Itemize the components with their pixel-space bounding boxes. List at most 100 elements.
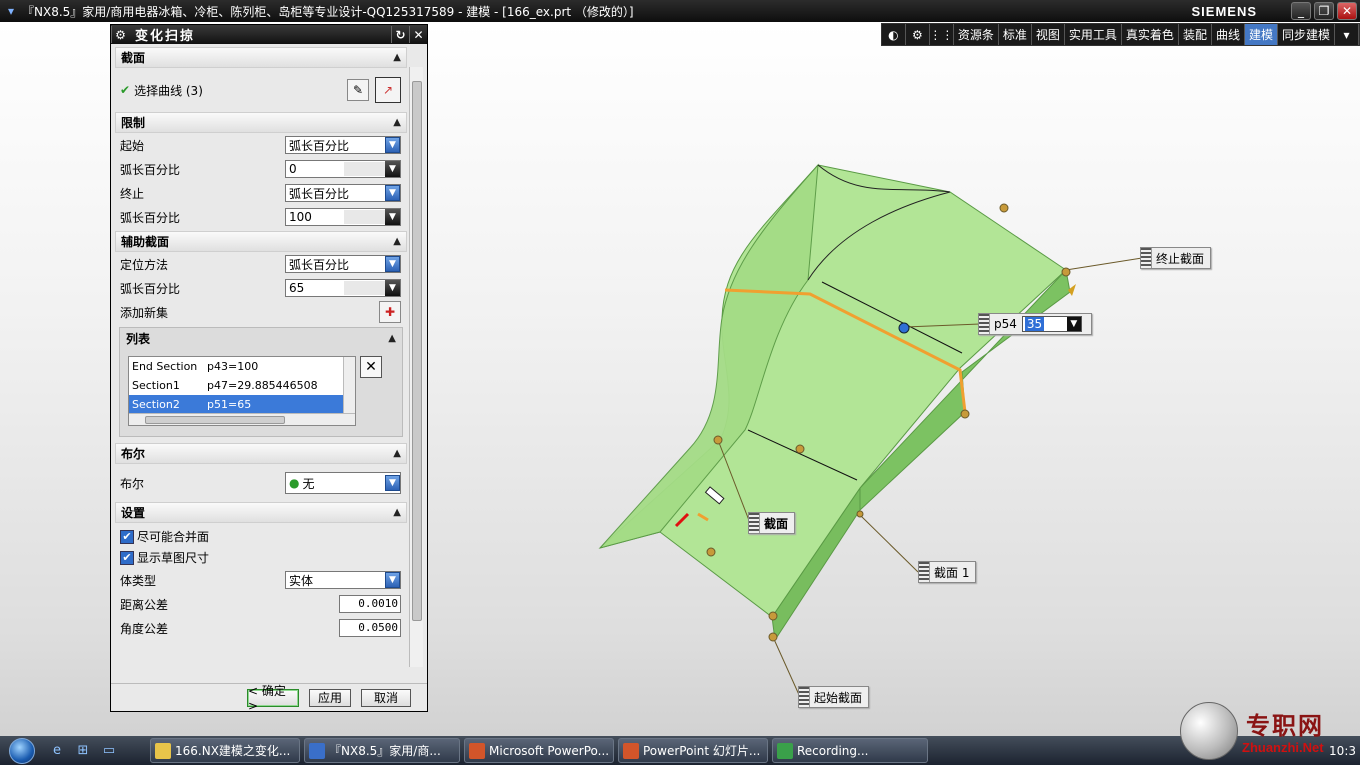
collapse-icon[interactable]: ▲ (388, 333, 396, 344)
close-icon[interactable]: ✕ (409, 26, 427, 43)
collapse-icon[interactable]: ▲ (393, 117, 401, 128)
angle-tol-row: 角度公差 0.0500 (115, 616, 407, 640)
delete-icon[interactable]: ✕ (360, 356, 382, 378)
watermark-en-text: Zhuanzhi.Net (1242, 740, 1324, 755)
grip-handle[interactable] (749, 513, 760, 533)
grid-icon[interactable]: ⋮⋮ (929, 24, 954, 45)
tab-assembly[interactable]: 装配 (1179, 24, 1212, 45)
tab-resource-bar[interactable]: 资源条 (954, 24, 999, 45)
start-section-callout[interactable]: 起始截面 (798, 686, 870, 708)
dist-tol-input[interactable]: 0.0010 (339, 595, 401, 613)
p54-callout[interactable]: p54 35 ▼ (978, 313, 1092, 335)
boolean-dropdown[interactable]: ● 无 ▼ (285, 472, 401, 494)
shading-icon[interactable]: ◐ (882, 24, 906, 45)
dialog-title: 变化扫掠 (135, 29, 196, 44)
collapse-icon[interactable]: ▲ (393, 52, 401, 63)
limits-header[interactable]: 限制 ▲ (115, 112, 407, 133)
select-curve-row[interactable]: ✔ 选择曲线 (3) ✎ ↗ (115, 68, 407, 112)
end-pct-input[interactable]: 100 ▼ (285, 208, 401, 226)
merge-faces-checkbox[interactable]: ✔ (120, 529, 134, 544)
tab-view[interactable]: 视图 (1032, 24, 1065, 45)
grip-handle[interactable] (799, 687, 810, 707)
settings-header[interactable]: 设置 ▲ (115, 502, 407, 523)
aux-pct-input[interactable]: 65 ▼ (285, 279, 401, 297)
windows-taskbar: e ⊞ ▭ 166.NX建模之变化... 『NX8.5』家用/商... Micr… (0, 736, 1360, 765)
taskbar-item-powerpoint[interactable]: Microsoft PowerPo... (464, 738, 614, 763)
close-window-button[interactable]: ✕ (1337, 2, 1357, 20)
list-item[interactable]: End Section p43=100 (129, 357, 355, 376)
sketch-dim-checkbox[interactable]: ✔ (120, 550, 134, 565)
add-set-button[interactable]: ✚ (379, 301, 401, 323)
body-type-row: 体类型 实体 ▼ (115, 568, 407, 592)
boolean-header[interactable]: 布尔 ▲ (115, 443, 407, 464)
end-dropdown[interactable]: 弧长百分比 ▼ (285, 184, 401, 202)
desktop-icon[interactable]: ▭ (96, 740, 122, 762)
end-row: 终止 弧长百分比 ▼ (115, 181, 407, 205)
collapse-icon[interactable]: ▲ (393, 236, 401, 247)
end-section-callout[interactable]: 终止截面 (1140, 247, 1212, 269)
tab-standard[interactable]: 标准 (999, 24, 1032, 45)
ok-button[interactable]: < 确定 > (247, 684, 299, 713)
tab-modeling[interactable]: 建模 (1244, 24, 1278, 45)
toolbar-options-icon[interactable]: ▾ (1335, 24, 1359, 45)
ie-icon[interactable]: e (44, 740, 70, 762)
p54-input[interactable]: 35 ▼ (1021, 316, 1082, 332)
angle-tol-input[interactable]: 0.0500 (339, 619, 401, 637)
tab-utility[interactable]: 实用工具 (1065, 24, 1122, 45)
sketch-section-button[interactable]: ✎ (347, 79, 369, 101)
list-item[interactable]: Section1 p47=29.885446508 (129, 376, 355, 395)
window-title: 『NX8.5』家用/商用电器冰箱、冷柜、陈列柜、岛柜等专业设计-QQ125317… (22, 4, 634, 19)
method-row: 定位方法 弧长百分比 ▼ (115, 252, 407, 276)
taskbar-item-nx[interactable]: 『NX8.5』家用/商... (304, 738, 460, 763)
grip-handle[interactable] (919, 562, 930, 582)
aux-section-header[interactable]: 辅助截面 ▲ (115, 231, 407, 252)
tab-curve[interactable]: 曲线 (1212, 24, 1245, 45)
boolean-none-icon: ● (289, 476, 300, 490)
gear-icon[interactable]: ⚙ (111, 26, 129, 43)
collapse-icon[interactable]: ▲ (393, 507, 401, 518)
minimize-button[interactable]: _ (1291, 2, 1311, 20)
method-dropdown[interactable]: 弧长百分比 ▼ (285, 255, 401, 273)
taskbar-item-slideshow[interactable]: PowerPoint 幻灯片... (618, 738, 768, 763)
dialog-footer: < 确定 > 应用 取消 (111, 683, 427, 713)
list-item-selected[interactable]: Section2 p51=65 (129, 395, 355, 414)
collapse-icon[interactable]: ▲ (393, 448, 401, 459)
curve-select-button[interactable]: ↗ (375, 77, 401, 103)
section-header[interactable]: 截面 ▲ (115, 47, 407, 68)
list-vscrollbar[interactable] (343, 357, 355, 413)
list-header[interactable]: 列表 ▲ (120, 328, 402, 349)
merge-faces-row[interactable]: ✔ 尽可能合并面 (115, 526, 407, 547)
restore-button[interactable]: ❐ (1314, 2, 1334, 20)
chevron-down-icon: ▼ (385, 185, 400, 201)
dialog-scrollbar[interactable] (409, 67, 423, 667)
start-row: 起始 弧长百分比 ▼ (115, 133, 407, 157)
body-type-dropdown[interactable]: 实体 ▼ (285, 571, 401, 589)
section1-callout[interactable]: 截面 1 (918, 561, 977, 583)
watermark-cn-text: 专职网 (1246, 712, 1324, 740)
dialog-titlebar: ⚙ 变化扫掠 ↻ ✕ (111, 25, 427, 44)
grip-handle[interactable] (1141, 248, 1152, 268)
chevron-down-icon: ▼ (385, 475, 400, 491)
gear-icon[interactable]: ⚙ (906, 24, 930, 45)
reset-icon[interactable]: ↻ (391, 26, 409, 43)
taskbar-item-recording[interactable]: Recording... (772, 738, 928, 763)
start-dropdown[interactable]: 弧长百分比 ▼ (285, 136, 401, 154)
section-callout[interactable]: 截面 (748, 512, 796, 534)
start-pct-input[interactable]: 0 ▼ (285, 160, 401, 178)
tab-true-shading[interactable]: 真实着色 (1122, 24, 1179, 45)
p54-handle (898, 322, 910, 334)
end-pct-row: 弧长百分比 100 ▼ (115, 205, 407, 229)
taskbar-item-folder[interactable]: 166.NX建模之变化... (150, 738, 300, 763)
nx-app-icon[interactable]: ▾ (0, 0, 22, 22)
main-toolbar: ◐ ⚙ ⋮⋮ 资源条 标准 视图 实用工具 真实着色 装配 曲线 建模 同步建模… (880, 23, 1360, 46)
section-listbox[interactable]: End Section p43=100 Section1 p47=29.885446… (128, 356, 356, 426)
tab-sync-modeling[interactable]: 同步建模 (1278, 24, 1335, 45)
apply-button[interactable]: 应用 (309, 688, 351, 707)
start-button[interactable] (0, 736, 44, 765)
cancel-button[interactable]: 取消 (361, 688, 411, 707)
network-icon[interactable]: ⊞ (70, 740, 96, 762)
sketch-dim-row[interactable]: ✔ 显示草图尺寸 (115, 547, 407, 568)
grip-handle[interactable] (979, 314, 990, 334)
list-hscrollbar[interactable] (129, 413, 355, 425)
watermark-logo: 专职网 Zhuanzhi.Net (1180, 702, 1360, 762)
